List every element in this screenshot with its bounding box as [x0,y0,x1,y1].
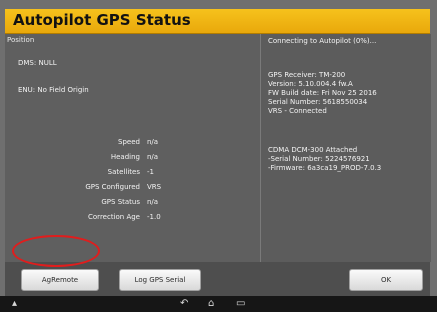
heading-value: n/a [147,153,159,161]
modem-line: CDMA DCM-300 Attached [268,146,358,154]
window-title: Autopilot GPS Status [13,11,191,29]
heading-label: Heading [110,153,140,161]
correction-age-label: Correction Age [88,213,140,221]
button-bar: AgRemote Log GPS Serial OK [5,262,430,296]
speed-value: n/a [147,138,159,146]
agremote-highlight-circle [12,235,100,267]
receiver-line: VRS - Connected [268,107,327,115]
receiver-line: Serial Number: 5618550034 [268,98,368,106]
enu-text: ENU: No Field Origin [18,86,89,94]
home-icon[interactable]: ⌂ [208,298,214,310]
back-icon[interactable]: ↶ [180,298,188,310]
log-gps-serial-button[interactable]: Log GPS Serial [119,269,201,291]
modem-line: -Firmware: 6a3ca19_PROD-7.0.3 [268,164,382,172]
gps-status-value: n/a [147,198,159,206]
gps-status-screen: Autopilot GPS Status Position DMS: NULL … [0,0,437,312]
satellites-label: Satellites [107,168,140,176]
android-nav-bar: ▴ ↶ ⌂ ▭ [0,296,437,312]
correction-age-value: -1.0 [147,213,161,221]
connecting-status: Connecting to Autopilot (0%)... [268,37,377,45]
menu-icon[interactable]: ▴ [12,298,17,310]
gps-configured-value: VRS [147,183,162,191]
speed-label: Speed [118,138,140,146]
ok-button[interactable]: OK [349,269,423,291]
recents-icon[interactable]: ▭ [236,298,245,310]
agremote-button[interactable]: AgRemote [21,269,99,291]
title-bar: Autopilot GPS Status [5,9,430,34]
gps-configured-label: GPS Configured [85,183,140,191]
gps-status-label: GPS Status [101,198,140,206]
dms-text: DMS: NULL [18,59,57,67]
receiver-panel: Connecting to Autopilot (0%)... GPS Rece… [260,34,431,262]
position-panel: Position DMS: NULL ENU: No Field Origin … [5,34,260,262]
receiver-line: GPS Receiver: TM-200 [268,71,346,79]
receiver-line: Version: 5.10.004.4 fw.A [268,80,353,88]
modem-line: -Serial Number: 5224576921 [268,155,370,163]
satellites-value: -1 [147,168,154,176]
position-label: Position [7,36,35,44]
receiver-line: FW Build date: Fri Nov 25 2016 [268,89,377,97]
